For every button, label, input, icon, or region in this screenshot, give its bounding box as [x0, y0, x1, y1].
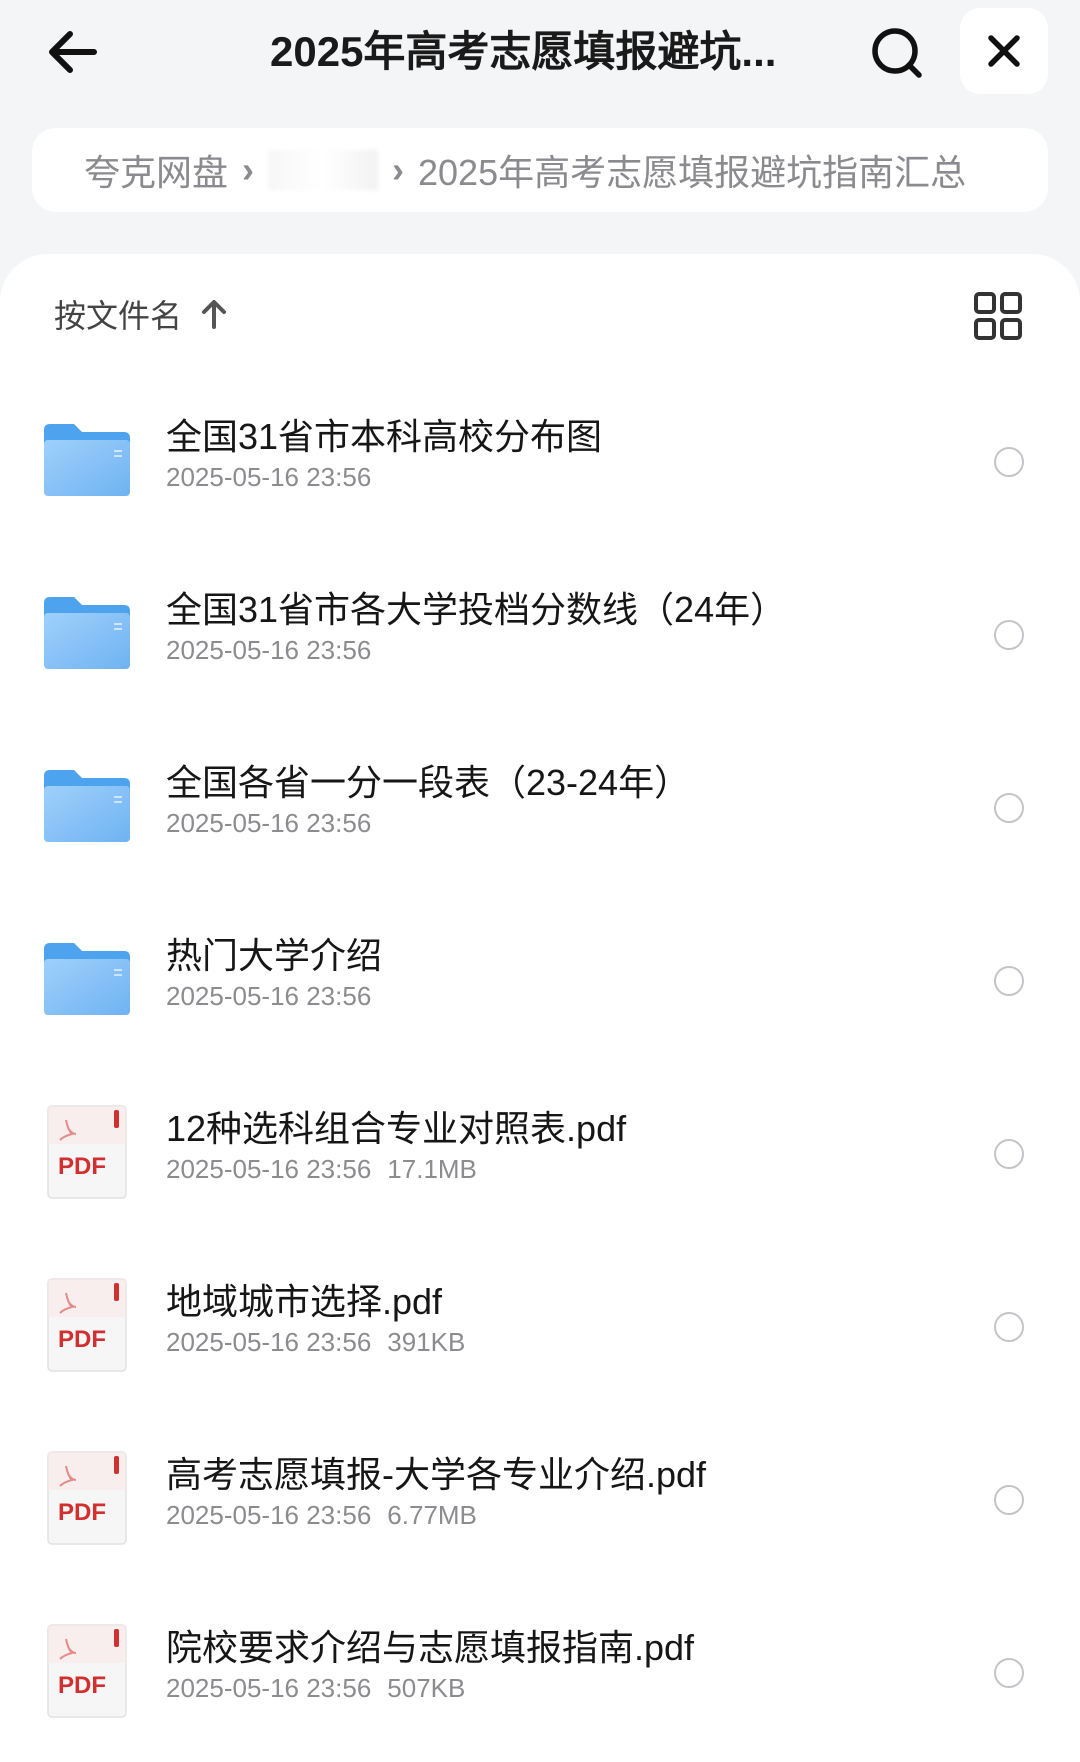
breadcrumb-current: 2025年高考志愿填报避坑指南汇总	[418, 152, 967, 193]
list-item[interactable]: PDF 院校要求介绍与志愿填报指南.pdf 2025-05-16 23:56 50…	[0, 1585, 1080, 1758]
folder-icon	[44, 424, 130, 496]
search-icon	[872, 28, 922, 78]
file-name: 地域城市选择.pdf	[166, 1281, 443, 1322]
file-name: 全国各省一分一段表（23-24年）	[166, 762, 691, 803]
file-size: 17.1MB	[387, 1154, 477, 1184]
file-date: 2025-05-16 23:56	[166, 1154, 372, 1184]
top-bar: 2025年高考志愿填报避坑...	[0, 0, 1080, 110]
list-item[interactable]: PDF 12种选科组合专业对照表.pdf 2025-05-16 23:56 17.…	[0, 1066, 1080, 1239]
pdf-file-icon: PDF	[47, 1624, 127, 1718]
list-item[interactable]: 热门大学介绍 2025-05-16 23:56	[0, 893, 1080, 1066]
file-date: 2025-05-16 23:56	[166, 1327, 372, 1357]
file-size: 507KB	[387, 1673, 466, 1703]
file-list-card: 按文件名 全国31省市本科高校分布图 2025-05-16 23:56 全国31…	[0, 254, 1080, 1762]
arrow-left-icon	[49, 31, 97, 73]
select-checkbox[interactable]	[994, 447, 1024, 477]
sort-control[interactable]: 按文件名	[54, 284, 228, 344]
file-list: 全国31省市本科高校分布图 2025-05-16 23:56 全国31省市各大学…	[0, 374, 1080, 1758]
file-name: 院校要求介绍与志愿填报指南.pdf	[166, 1627, 695, 1668]
file-name: 热门大学介绍	[166, 935, 383, 976]
file-date: 2025-05-16 23:56	[166, 981, 372, 1011]
file-date: 2025-05-16 23:56	[166, 1673, 372, 1703]
folder-icon	[44, 597, 130, 669]
folder-icon	[44, 770, 130, 842]
sort-label: 按文件名	[54, 298, 183, 334]
file-meta: 2025-05-16 23:56	[166, 981, 371, 1012]
file-name: 全国31省市本科高校分布图	[166, 416, 603, 457]
grid-view-button[interactable]	[972, 290, 1024, 342]
select-checkbox[interactable]	[994, 793, 1024, 823]
file-date: 2025-05-16 23:56	[166, 635, 372, 665]
select-checkbox[interactable]	[994, 1485, 1024, 1515]
breadcrumb-root[interactable]: 夸克网盘	[84, 144, 228, 196]
list-item[interactable]: 全国31省市各大学投档分数线（24年） 2025-05-16 23:56	[0, 547, 1080, 720]
back-button[interactable]	[36, 20, 108, 84]
file-date: 2025-05-16 23:56	[166, 808, 372, 838]
file-meta: 2025-05-16 23:56 17.1MB	[166, 1154, 477, 1185]
select-checkbox[interactable]	[994, 1312, 1024, 1342]
select-checkbox[interactable]	[994, 620, 1024, 650]
list-item[interactable]: PDF 地域城市选择.pdf 2025-05-16 23:56 391KB	[0, 1239, 1080, 1412]
close-icon	[988, 35, 1020, 67]
file-name: 高考志愿填报-大学各专业介绍.pdf	[166, 1454, 707, 1495]
breadcrumb: 夸克网盘 › › 2025年高考志愿填报避坑指南汇总	[32, 128, 1048, 212]
select-checkbox[interactable]	[994, 1139, 1024, 1169]
file-meta: 2025-05-16 23:56	[166, 462, 371, 493]
breadcrumb-redacted-folder[interactable]	[268, 150, 379, 190]
pdf-badge: PDF	[58, 1499, 106, 1526]
page-title: 2025年高考志愿填报避坑...	[270, 28, 777, 75]
pdf-badge: PDF	[58, 1153, 106, 1180]
list-item[interactable]: 全国31省市本科高校分布图 2025-05-16 23:56	[0, 374, 1080, 547]
pdf-file-icon: PDF	[47, 1278, 127, 1372]
list-item[interactable]: PDF 高考志愿填报-大学各专业介绍.pdf 2025-05-16 23:56 6…	[0, 1412, 1080, 1585]
close-button[interactable]	[960, 8, 1048, 94]
arrow-up-icon	[200, 299, 228, 329]
pdf-badge: PDF	[58, 1672, 106, 1699]
pdf-file-icon: PDF	[47, 1105, 127, 1199]
breadcrumb-separator: ›	[392, 149, 405, 190]
search-button[interactable]	[862, 20, 932, 86]
breadcrumb-separator: ›	[242, 149, 255, 190]
file-size: 6.77MB	[387, 1500, 477, 1530]
file-meta: 2025-05-16 23:56 6.77MB	[166, 1500, 477, 1531]
file-date: 2025-05-16 23:56	[166, 462, 372, 492]
file-meta: 2025-05-16 23:56 391KB	[166, 1327, 465, 1358]
file-name: 12种选科组合专业对照表.pdf	[166, 1108, 627, 1149]
file-name: 全国31省市各大学投档分数线（24年）	[166, 589, 787, 630]
grid-view-icon	[974, 292, 1022, 340]
pdf-file-icon: PDF	[47, 1451, 127, 1545]
file-size: 391KB	[387, 1327, 466, 1357]
select-checkbox[interactable]	[994, 966, 1024, 996]
folder-icon	[44, 943, 130, 1015]
select-checkbox[interactable]	[994, 1658, 1024, 1688]
file-meta: 2025-05-16 23:56	[166, 808, 371, 839]
file-date: 2025-05-16 23:56	[166, 1500, 372, 1530]
file-meta: 2025-05-16 23:56	[166, 635, 371, 666]
list-item[interactable]: 全国各省一分一段表（23-24年） 2025-05-16 23:56	[0, 720, 1080, 893]
pdf-badge: PDF	[58, 1326, 106, 1353]
file-meta: 2025-05-16 23:56 507KB	[166, 1673, 465, 1704]
